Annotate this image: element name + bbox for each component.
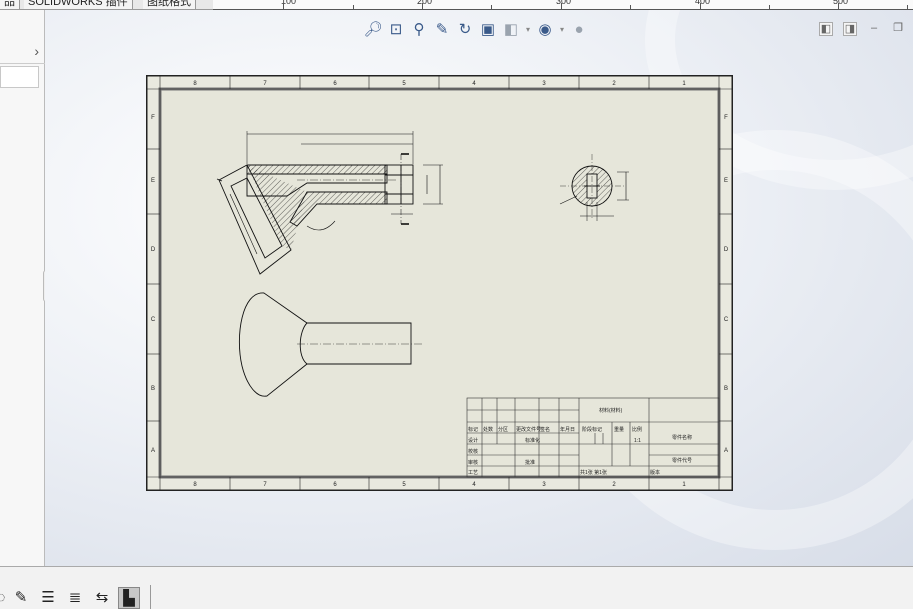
ruler-label: 200 <box>417 0 433 6</box>
document-window-controls: ◧ ◨ – ❐ <box>819 22 905 36</box>
title-block-label: 处数 <box>483 426 493 433</box>
line-color-icon[interactable]: ✎ <box>10 587 32 609</box>
zoom-in-out-icon[interactable]: ⚲ <box>409 20 429 40</box>
stage-label: 阶段标记 <box>582 426 602 433</box>
border-column-label: 7 <box>263 482 267 488</box>
border-column-label: 2 <box>612 482 616 488</box>
heads-up-view-toolbar: 🔎︎ ⊡ ⚲ ✎ ↻ ▣ ◧ ▾ ◉ ▾ ● <box>363 20 589 40</box>
scale-label: 比例 <box>632 426 642 433</box>
title-block-row-label: 审核 <box>468 459 478 466</box>
border-column-label: 3 <box>542 81 546 87</box>
hide-show-edges-icon[interactable]: ⇆ <box>91 587 113 609</box>
weight-label: 重量 <box>614 426 624 433</box>
bottom-toolbar: ◌ ✎ ☰ ≣ ⇆ ▙ <box>0 566 913 609</box>
tab-solidworks-addins[interactable]: SOLIDWORKS 插件 <box>24 0 133 9</box>
title-block-label: 批准 <box>525 459 535 466</box>
feature-manager-panel: › <box>0 10 45 566</box>
border-column-label: 4 <box>472 482 476 488</box>
ruler-label: 500 <box>833 0 849 6</box>
chevron-down-icon[interactable]: ▾ <box>524 20 532 40</box>
section-view-icon[interactable]: ◧ <box>501 20 521 40</box>
display-style-icon[interactable]: ▣ <box>478 20 498 40</box>
border-column-label: 2 <box>612 81 616 87</box>
border-row-label: C <box>151 317 156 323</box>
panel-expand-row[interactable]: › <box>0 40 45 64</box>
border-row-label: A <box>724 448 728 454</box>
horizontal-ruler: 100 200 300 400 500 <box>213 0 913 10</box>
scale-value: 1:1 <box>634 438 641 444</box>
restore-icon[interactable]: ❐ <box>891 22 905 36</box>
border-column-label: 1 <box>682 482 686 488</box>
filter-input[interactable] <box>0 66 39 88</box>
title-block-label: 标准化 <box>525 437 540 444</box>
border-row-label: D <box>724 247 729 253</box>
border-column-label: 7 <box>263 81 267 87</box>
hide-show-icon[interactable]: ◉ <box>535 20 555 40</box>
border-row-label: E <box>151 178 155 184</box>
zoom-to-area-icon[interactable]: ⊡ <box>386 20 406 40</box>
border-column-label: 5 <box>402 81 406 87</box>
border-row-label: E <box>724 178 728 184</box>
drawing-sheet[interactable]: 8 7 6 5 4 3 2 1 8 7 6 5 4 3 2 1 F E D C <box>146 75 733 491</box>
appearance-icon[interactable]: ● <box>569 20 589 40</box>
chevron-right-icon[interactable]: › <box>34 43 39 59</box>
ruler-label: 300 <box>556 0 572 6</box>
border-column-label: 3 <box>542 482 546 488</box>
title-block-label: 更改文件号 <box>516 426 541 433</box>
tab-sheet-format[interactable]: 图纸格式 <box>143 0 196 9</box>
title-block-row-label: 工艺 <box>468 470 478 476</box>
border-row-label: C <box>724 317 729 323</box>
border-row-label: B <box>724 386 728 392</box>
border-column-label: 8 <box>193 482 197 488</box>
ruler-label: 400 <box>695 0 711 6</box>
title-block-row-label: 设计 <box>468 437 478 444</box>
tile-right-icon[interactable]: ◨ <box>843 22 857 36</box>
border-column-label: 5 <box>402 482 406 488</box>
graphics-area[interactable]: 🔎︎ ⊡ ⚲ ✎ ↻ ▣ ◧ ▾ ◉ ▾ ● ◧ ◨ – ❐ 8 7 6 5 4… <box>45 10 913 566</box>
border-row-label: A <box>151 448 155 454</box>
line-thickness-icon[interactable]: ☰ <box>37 587 59 609</box>
part-code: 零件代号 <box>672 457 692 464</box>
line-style-icon[interactable]: ≣ <box>64 587 86 609</box>
border-column-label: 6 <box>333 482 337 488</box>
border-column-label: 4 <box>472 81 476 87</box>
tab-product[interactable]: 品 <box>0 0 20 9</box>
redraw-icon[interactable]: ↻ <box>455 20 475 40</box>
border-row-label: F <box>724 115 728 121</box>
title-block-label: 标记 <box>468 426 478 433</box>
border-column-label: 1 <box>682 81 686 87</box>
border-row-label: F <box>151 115 155 121</box>
border-column-label: 8 <box>193 81 197 87</box>
drawing-canvas: 8 7 6 5 4 3 2 1 8 7 6 5 4 3 2 1 F E D C <box>147 76 732 490</box>
toolbar-separator <box>150 585 151 609</box>
color-display-mode-icon[interactable]: ▙ <box>118 587 140 609</box>
title-block-label: 签名 <box>540 426 550 433</box>
title-block-label: 分区 <box>498 426 508 433</box>
pan-icon[interactable]: ✎ <box>432 20 452 40</box>
border-column-label: 6 <box>333 81 337 87</box>
zoom-to-fit-icon[interactable]: 🔎︎ <box>363 20 383 40</box>
part-name: 零件名称 <box>672 434 692 441</box>
version-label: 版本 <box>650 469 660 476</box>
chevron-down-icon[interactable]: ▾ <box>558 20 566 40</box>
minimize-icon[interactable]: – <box>867 22 881 36</box>
material-label: 材料(材料) <box>599 407 623 414</box>
tile-left-icon[interactable]: ◧ <box>819 22 833 36</box>
border-row-label: B <box>151 386 155 392</box>
sheet-info: 共1张 第1张 <box>580 469 607 476</box>
title-block-label: 年月日 <box>560 426 575 433</box>
border-row-label: D <box>151 247 156 253</box>
title-block-row-label: 校核 <box>468 448 478 455</box>
command-manager-tabs: 品 SOLIDWORKS 插件 图纸格式 <box>0 0 213 10</box>
